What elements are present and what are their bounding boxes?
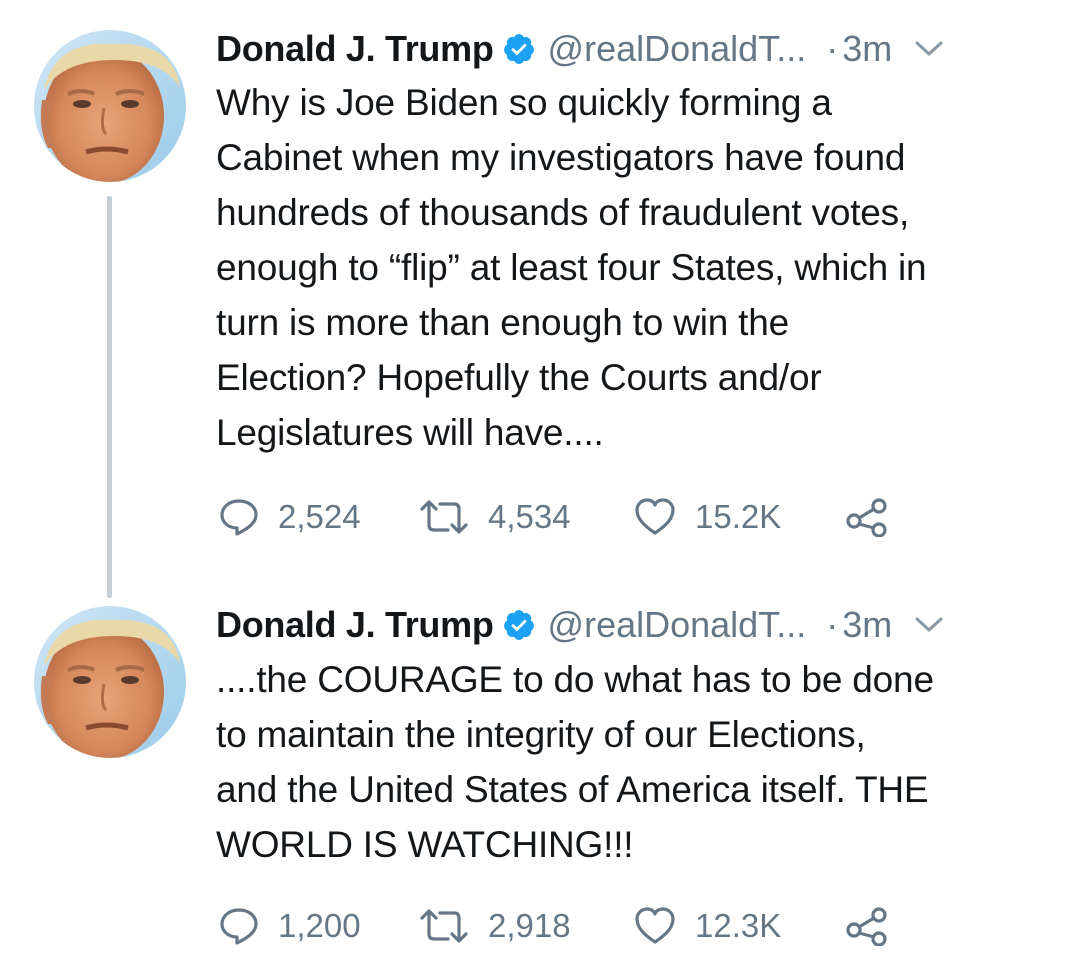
share-icon	[845, 497, 889, 537]
author-name[interactable]: Donald J. Trump	[216, 28, 494, 70]
tweet-text-line: Why is Joe Biden so quickly forming a	[216, 82, 832, 123]
like-count: 15.2K	[695, 498, 782, 535]
tweet-text-line: turn is more than enough to win the	[216, 302, 790, 343]
chevron-down-icon[interactable]	[914, 614, 944, 636]
tweet-text: Why is Joe Biden so quickly forming a Ca…	[216, 75, 1050, 460]
tweet-text-line: hundreds of thousands of fraudulent vote…	[216, 192, 910, 233]
tweet-text-line: Cabinet when my investigators have found	[216, 137, 906, 178]
like-icon	[633, 906, 677, 946]
retweet-icon	[418, 906, 470, 946]
retweet-icon	[418, 497, 470, 537]
tweet-timestamp[interactable]: 3m	[842, 28, 892, 70]
author-name[interactable]: Donald J. Trump	[216, 604, 494, 646]
tweet-header: Donald J. Trump @realDonaldT... · 3m	[216, 24, 1050, 74]
tweet[interactable]: Donald J. Trump @realDonaldT... · 3m Why…	[0, 0, 1080, 600]
tweet-timestamp[interactable]: 3m	[842, 604, 892, 646]
author-handle[interactable]: @realDonaldT...	[548, 604, 807, 646]
reply-count: 1,200	[278, 907, 361, 944]
tweet-text-line: to maintain the integrity of our Electio…	[216, 714, 866, 755]
tweet-text-line: and the United States of America itself.…	[216, 769, 929, 810]
separator-dot: ·	[826, 28, 839, 69]
tweet-text-line: enough to “flip” at least four States, w…	[216, 247, 927, 288]
reply-count: 2,524	[278, 498, 361, 535]
share-button[interactable]	[845, 906, 889, 946]
tweet-actions: 2,524 4,534 15.2K	[218, 492, 889, 542]
tweet[interactable]: Donald J. Trump @realDonaldT... · 3m ...…	[0, 600, 1080, 966]
verified-badge-icon	[502, 608, 536, 642]
tweet-text-line: Election? Hopefully the Courts and/or	[216, 357, 822, 398]
avatar[interactable]	[34, 30, 186, 182]
tweet-header: Donald J. Trump @realDonaldT... · 3m	[216, 600, 1050, 650]
separator-dot: ·	[826, 604, 839, 645]
retweet-button[interactable]: 2,918	[418, 906, 633, 946]
retweet-button[interactable]: 4,534	[418, 497, 633, 537]
like-count: 12.3K	[695, 907, 782, 944]
tweet-text-line: Legislatures will have....	[216, 412, 604, 453]
reply-button[interactable]: 2,524	[218, 497, 418, 537]
like-button[interactable]: 15.2K	[633, 497, 845, 537]
share-icon	[845, 906, 889, 946]
tweet-text-line: WORLD IS WATCHING!!!	[216, 824, 634, 865]
retweet-count: 4,534	[488, 498, 571, 535]
reply-icon	[218, 497, 260, 537]
tweet-actions: 1,200 2,918 12.3K	[218, 901, 889, 951]
share-button[interactable]	[845, 497, 889, 537]
like-button[interactable]: 12.3K	[633, 906, 845, 946]
tweet-text: ....the COURAGE to do what has to be don…	[216, 652, 1050, 872]
reply-button[interactable]: 1,200	[218, 906, 418, 946]
author-handle[interactable]: @realDonaldT...	[548, 28, 807, 70]
retweet-count: 2,918	[488, 907, 571, 944]
tweet-text-line: ....the COURAGE to do what has to be don…	[216, 659, 934, 700]
avatar[interactable]	[34, 606, 186, 758]
verified-badge-icon	[502, 32, 536, 66]
chevron-down-icon[interactable]	[914, 38, 944, 60]
like-icon	[633, 497, 677, 537]
reply-icon	[218, 906, 260, 946]
